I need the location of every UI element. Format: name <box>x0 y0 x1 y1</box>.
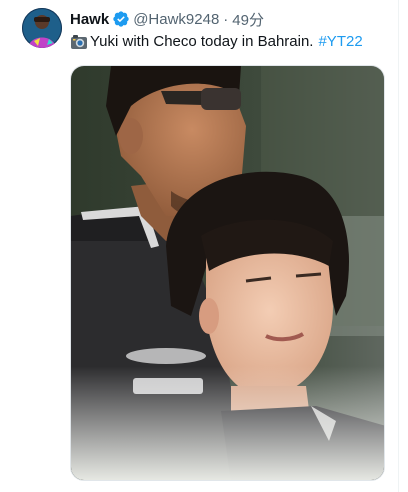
camera-icon <box>70 33 88 51</box>
separator-dot: · <box>223 10 229 28</box>
verified-badge-icon <box>112 10 130 28</box>
tweet-body: Yuki with Checo today in Bahrain. <box>90 33 314 50</box>
user-handle[interactable]: @Hawk9248 <box>133 11 219 28</box>
timestamp[interactable]: 49分 <box>232 9 264 30</box>
tweet-photo[interactable] <box>70 65 385 481</box>
hashtag-link[interactable]: #YT22 <box>318 31 362 53</box>
tweet-header: Hawk @Hawk9248 · 49分 <box>70 9 264 29</box>
tweet-text: Yuki with Checo today in Bahrain. #YT22 <box>70 31 363 53</box>
display-name[interactable]: Hawk <box>70 11 109 28</box>
tweet[interactable]: Hawk @Hawk9248 · 49分 Yuki with Checo tod… <box>0 0 398 492</box>
column-divider <box>398 0 399 492</box>
avatar[interactable] <box>22 8 62 48</box>
